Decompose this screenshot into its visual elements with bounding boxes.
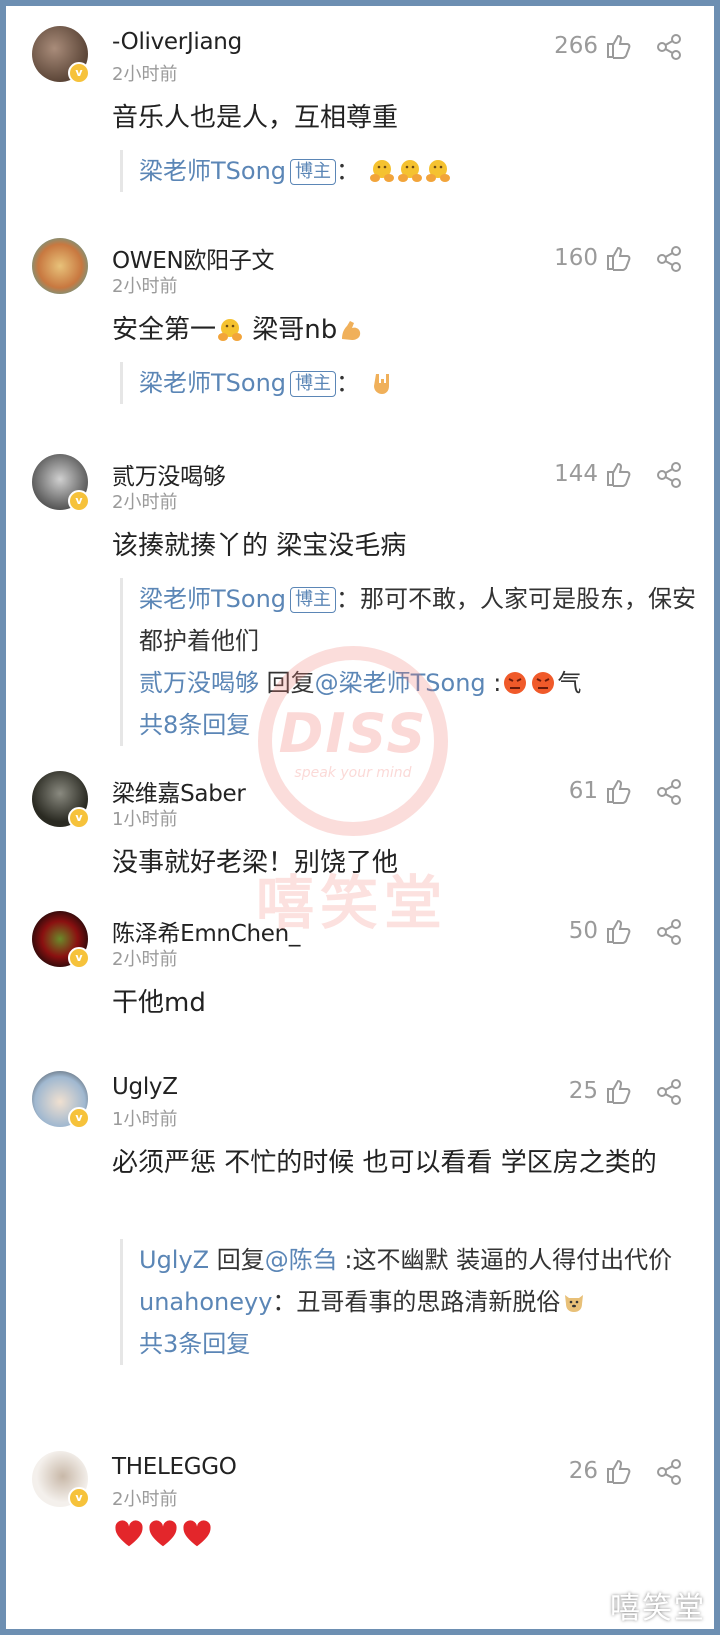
author-tag: 博主 — [290, 371, 337, 397]
share-icon[interactable] — [654, 460, 684, 490]
like-count: 26 — [568, 1458, 598, 1484]
angry-face-icon — [532, 672, 555, 694]
reply-username[interactable]: 梁老师TSong — [139, 369, 286, 397]
timestamp: 2小时前 — [112, 492, 178, 513]
comment-feed: v -OliverJiang 2小时前 266 音乐人也是人，互相尊重 梁老师T… — [6, 6, 714, 1629]
username[interactable]: 陈泽希EmnChen_ — [112, 914, 300, 948]
avatar[interactable] — [32, 238, 88, 294]
reply-username[interactable]: UglyZ — [139, 1246, 209, 1274]
corner-watermark: 嘻笑堂 — [610, 1591, 706, 1626]
rock-hand-icon — [373, 374, 389, 394]
comment-text: 安全第一 梁哥nb — [112, 308, 692, 352]
verified-icon: v — [68, 490, 90, 512]
reply-content: 丑哥看事的思路清新脱俗 — [296, 1288, 561, 1316]
red-heart-icon — [115, 1520, 143, 1547]
reply-box: 梁老师TSong 博主： — [120, 150, 699, 192]
reply-line: 梁老师TSong 博主 ：那可不敢，人家可是股东，保安都护着他们 — [139, 585, 697, 655]
username[interactable]: OWEN欧阳子文 — [112, 241, 274, 275]
reply-username[interactable]: 梁老师TSong — [139, 585, 286, 613]
red-heart-icon — [183, 1520, 211, 1547]
flexed-biceps-icon — [342, 321, 361, 340]
verified-icon: v — [68, 947, 90, 969]
reply-line: unahoneyy：丑哥看事的思路清新脱俗 — [139, 1281, 699, 1323]
hug-emoji-icon — [218, 319, 243, 341]
hug-emoji-icon — [369, 160, 394, 182]
reply-line: 梁老师TSong 博主： — [139, 362, 699, 404]
comment-text: 没事就好老梁！别饶了他 — [112, 848, 399, 878]
view-more-replies-link[interactable]: 共3条回复 — [139, 1323, 699, 1365]
reply-box: 梁老师TSong 博主： — [120, 362, 699, 404]
like-count: 160 — [554, 245, 598, 271]
like-count: 144 — [554, 461, 598, 487]
reply-line: UglyZ 回复@陈刍 :这不幽默 装逼的人得付出代价 — [139, 1246, 673, 1274]
doge-icon — [565, 1295, 584, 1312]
share-icon[interactable] — [654, 1077, 684, 1107]
mention-link[interactable]: @梁老师TSong — [315, 669, 486, 697]
avatar[interactable]: v — [32, 1451, 90, 1509]
verified-icon: v — [68, 1487, 90, 1509]
thumbs-up-icon[interactable] — [604, 460, 632, 488]
angry-face-icon — [504, 672, 527, 694]
username[interactable]: -OliverJiang — [112, 29, 242, 55]
view-more-replies-link[interactable]: 共8条回复 — [139, 704, 699, 746]
timestamp: 2小时前 — [112, 949, 178, 970]
timestamp: 2小时前 — [112, 276, 178, 297]
reply-line: 梁老师TSong 博主： — [139, 150, 699, 192]
reply-username[interactable]: unahoneyy — [139, 1288, 272, 1316]
avatar[interactable]: v — [32, 454, 90, 512]
timestamp: 2小时前 — [112, 64, 178, 85]
timestamp: 1小时前 — [112, 1109, 178, 1130]
share-icon[interactable] — [654, 777, 684, 807]
comment-text: 该揍就揍丫的 梁宝没毛病 — [112, 531, 407, 561]
verified-icon: v — [68, 807, 90, 829]
thumbs-up-icon[interactable] — [604, 32, 632, 60]
username[interactable]: UglyZ — [112, 1074, 178, 1100]
author-tag: 博主 — [290, 159, 337, 185]
like-count: 25 — [568, 1078, 598, 1104]
avatar[interactable]: v — [32, 911, 90, 969]
verified-icon: v — [68, 1107, 90, 1129]
like-count: 266 — [554, 33, 598, 59]
thumbs-up-icon[interactable] — [604, 1457, 632, 1485]
username[interactable]: 贰万没喝够 — [112, 457, 226, 491]
reply-box: 梁老师TSong 博主 ：那可不敢，人家可是股东，保安都护着他们 贰万没喝够 回复@… — [120, 578, 699, 746]
comment-text: 干他md — [112, 988, 206, 1018]
share-icon[interactable] — [654, 244, 684, 274]
reply-line: 贰万没喝够 回复@梁老师TSong :气 — [139, 669, 582, 697]
verified-icon: v — [68, 62, 90, 84]
mention-link[interactable]: @陈刍 — [265, 1246, 337, 1274]
thumbs-up-icon[interactable] — [604, 244, 632, 272]
reply-box: UglyZ 回复@陈刍 :这不幽默 装逼的人得付出代价 unahoneyy：丑哥… — [120, 1239, 699, 1365]
author-tag: 博主 — [290, 587, 337, 613]
hug-emoji-icon — [425, 160, 450, 182]
avatar[interactable]: v — [32, 26, 90, 84]
username[interactable]: THELEGGO — [112, 1454, 237, 1480]
reply-username[interactable]: 贰万没喝够 — [139, 669, 259, 697]
thumbs-up-icon[interactable] — [604, 917, 632, 945]
avatar[interactable]: v — [32, 1071, 90, 1129]
comment-text: 必须严惩 不忙的时候 也可以看看 学区房之类的 — [112, 1148, 657, 1178]
thumbs-up-icon[interactable] — [604, 1077, 632, 1105]
thumbs-up-icon[interactable] — [604, 777, 632, 805]
hug-emoji-icon — [397, 160, 422, 182]
avatar[interactable]: v — [32, 771, 90, 829]
like-count: 61 — [568, 778, 598, 804]
red-heart-icon — [149, 1520, 177, 1547]
reply-content: 这不幽默 装逼的人得付出代价 — [352, 1246, 673, 1274]
share-icon[interactable] — [654, 917, 684, 947]
reply-username[interactable]: 梁老师TSong — [139, 157, 286, 185]
share-icon[interactable] — [654, 1457, 684, 1487]
share-icon[interactable] — [654, 32, 684, 62]
comment-text: 音乐人也是人，互相尊重 — [112, 103, 399, 133]
timestamp: 2小时前 — [112, 1489, 178, 1510]
like-count: 50 — [568, 918, 598, 944]
timestamp: 1小时前 — [112, 809, 178, 830]
username[interactable]: 梁维嘉Saber — [112, 774, 246, 808]
comment-text — [112, 1515, 692, 1559]
